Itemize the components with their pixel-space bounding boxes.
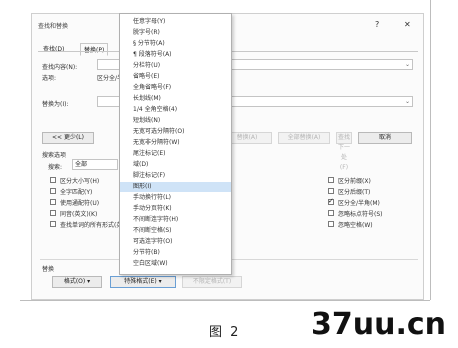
close-icon[interactable]: ✕: [404, 20, 411, 29]
tab-find[interactable]: 查找(D): [40, 43, 67, 54]
menu-item[interactable]: ¶ 段落符号(A): [120, 50, 231, 60]
cancel-button[interactable]: 取消: [358, 132, 412, 144]
menu-item[interactable]: 空白区域(W): [120, 259, 231, 269]
menu-item[interactable]: 脚注标记(F): [120, 171, 231, 181]
figure-caption: 图 2: [209, 325, 241, 340]
checkbox-label: 同音(英文)(K): [60, 211, 98, 218]
menu-item[interactable]: 不间断空格(S): [120, 226, 231, 236]
menu-item[interactable]: 手动换行符(L): [120, 193, 231, 203]
checkbox-label: 忽略空格(W): [338, 222, 373, 229]
find-next-button[interactable]: 查找下一处(F): [336, 132, 352, 171]
tab-replace[interactable]: 替换(P): [80, 43, 109, 56]
menu-item[interactable]: 长划线(M): [120, 94, 231, 104]
menu-item[interactable]: 分节符(B): [120, 248, 231, 258]
checkbox-label: 区分全/半角(M): [338, 200, 380, 207]
menu-item[interactable]: 1/4 全角空格(4): [120, 105, 231, 115]
menu-item[interactable]: 无宽非分隔符(W): [120, 138, 231, 148]
menu-item[interactable]: 短划线(N): [120, 116, 231, 126]
checkbox-label: 区分后缀(T): [338, 189, 371, 196]
menu-item[interactable]: 无宽可选分隔符(O): [120, 127, 231, 137]
replace-all-button[interactable]: 全部替换(A): [278, 132, 330, 144]
no-formatting-button[interactable]: 不限定格式(T): [182, 276, 242, 288]
checkbox-label: 区分大小写(H): [60, 178, 100, 185]
special-format-menu: 任意字母(Y) 脱字号(R) § 分节符(A) ¶ 段落符号(A) 分栏符(U)…: [119, 13, 232, 275]
menu-item[interactable]: 脱字号(R): [120, 28, 231, 38]
menu-item[interactable]: 省略号(E): [120, 72, 231, 82]
menu-item-graphic-highlighted[interactable]: 图形(I): [120, 182, 231, 192]
help-button[interactable]: ?: [375, 20, 379, 29]
find-label: 查找内容(N):: [42, 64, 78, 71]
replace-label: 替换为(I):: [42, 101, 69, 108]
checkbox-whole-word[interactable]: [50, 188, 56, 194]
checkbox-ignore-space[interactable]: [328, 221, 334, 227]
checkbox-ignore-punct[interactable]: [328, 210, 334, 216]
chevron-down-icon[interactable]: ⌄: [405, 98, 410, 105]
search-scope-value: 全部: [75, 161, 88, 168]
menu-item[interactable]: 可选连字符(O): [120, 237, 231, 247]
menu-item[interactable]: 域(D): [120, 160, 231, 170]
menu-item[interactable]: 手动分页符(K): [120, 204, 231, 214]
less-button[interactable]: << 更少(L): [42, 132, 94, 144]
checkbox-full-half-width[interactable]: [328, 197, 334, 205]
search-scope-select[interactable]: 全部: [72, 159, 118, 170]
menu-item[interactable]: 不间断连字符(H): [120, 215, 231, 225]
frame-edge: [430, 0, 431, 300]
search-label: 搜索:: [48, 164, 63, 171]
chevron-down-icon[interactable]: ⌄: [405, 61, 410, 68]
checkbox-label: 区分前缀(X): [338, 178, 371, 185]
watermark-logo: 37uu.cn: [311, 307, 446, 342]
checkbox-all-word-forms[interactable]: [50, 221, 56, 227]
checkbox-label: 查找单词的所有形式(英文)(W): [60, 222, 120, 229]
menu-item[interactable]: § 分节符(A): [120, 39, 231, 49]
menu-item[interactable]: 任意字母(Y): [120, 17, 231, 27]
replace-section-label: 替换: [42, 266, 55, 273]
menu-item[interactable]: 分栏符(U): [120, 61, 231, 71]
special-format-button[interactable]: 特殊格式(E) ▾: [110, 276, 176, 288]
checkbox-match-suffix[interactable]: [328, 188, 334, 194]
frame-edge: [20, 300, 430, 301]
checkbox-wildcards[interactable]: [50, 199, 56, 205]
checkbox-label: 全字匹配(Y): [60, 189, 93, 196]
checkbox-match-prefix[interactable]: [328, 177, 334, 183]
dialog-title: 查找和替换: [38, 23, 69, 30]
options-label: 选项:: [42, 75, 57, 82]
checkbox-label: 忽略标点符号(S): [338, 211, 383, 218]
checkbox-match-case[interactable]: [50, 177, 56, 183]
format-button[interactable]: 格式(O) ▾: [52, 276, 102, 288]
menu-item[interactable]: 全角省略号(F): [120, 83, 231, 93]
search-options-header: 搜索选项: [42, 152, 67, 159]
checkbox-sounds-like[interactable]: [50, 210, 56, 216]
menu-item[interactable]: 尾注标记(E): [120, 149, 231, 159]
checkbox-label: 使用通配符(U): [60, 200, 100, 207]
